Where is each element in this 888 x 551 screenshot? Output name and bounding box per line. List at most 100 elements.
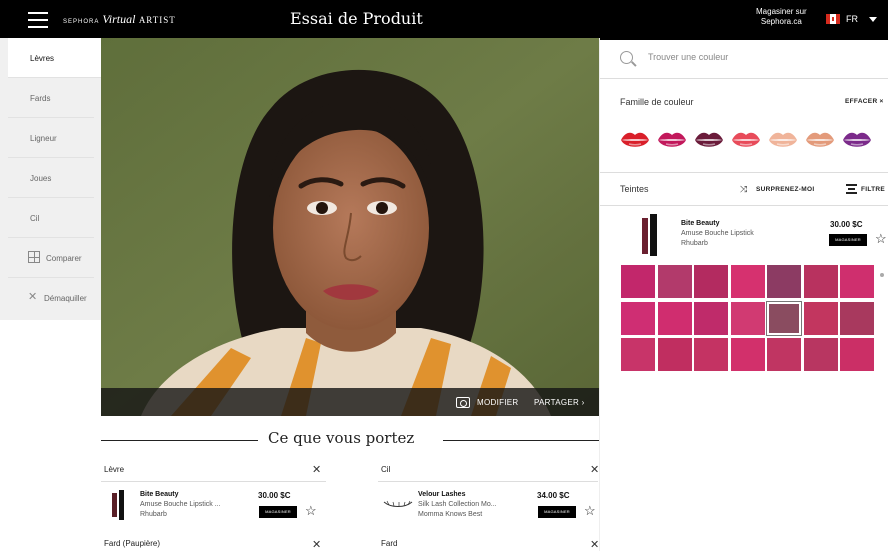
selected-product-name: Amuse Bouche Lipstick — [681, 230, 754, 237]
brand-logo: SEPHORA Virtual ARTIST — [63, 12, 176, 27]
lip-color-family-swatch[interactable] — [768, 128, 798, 152]
lip-color-family-swatch[interactable] — [620, 128, 650, 152]
shop-button[interactable]: MAGASINER — [538, 506, 576, 518]
product-price: 34.00 $C — [537, 491, 570, 500]
sidebar-item-cil[interactable]: Cil — [8, 198, 94, 238]
product-name: Amuse Bouche Lipstick ... — [140, 501, 221, 508]
family-divider — [600, 172, 888, 173]
filter-button[interactable]: FILTRE — [861, 186, 885, 193]
scroll-indicator[interactable] — [880, 273, 884, 277]
shuffle-icon[interactable]: ⤨ — [740, 184, 747, 195]
shade-swatch[interactable] — [621, 338, 655, 371]
page-title: Essai de Produit — [290, 9, 423, 28]
favorite-star-icon[interactable]: ☆ — [875, 231, 887, 247]
shade-swatch[interactable] — [694, 301, 728, 335]
portrait-image — [101, 38, 599, 416]
shade-swatch[interactable] — [621, 301, 655, 335]
wearing-category-label: Lèvre — [104, 465, 125, 474]
sidebar-item-joues[interactable]: Joues — [8, 158, 94, 198]
sidebar-item-demaquiller[interactable]: ✕ Démaquiller — [8, 278, 94, 318]
lipstick-thumbnail — [112, 493, 117, 517]
shade-swatch[interactable] — [730, 265, 765, 298]
divider-right — [443, 440, 599, 441]
shade-swatch[interactable] — [766, 300, 802, 336]
remove-lip-icon[interactable]: ✕ — [312, 463, 321, 476]
shade-swatch[interactable] — [621, 265, 655, 298]
surprise-me-button[interactable]: SURPRENEZ-MOI — [756, 186, 814, 193]
shade-swatch[interactable] — [730, 301, 765, 335]
sidebar-item-label: Lèvres — [30, 54, 55, 63]
selected-shop-button[interactable]: MAGASINER — [829, 234, 867, 246]
top-bar: SEPHORA Virtual ARTIST Essai de Produit M… — [0, 0, 888, 40]
sidebar-item-levres[interactable]: Lèvres — [8, 38, 101, 78]
sidebar-item-label: Cil — [30, 214, 40, 223]
favorite-star-icon[interactable]: ☆ — [305, 503, 317, 519]
shade-swatch[interactable] — [767, 265, 801, 298]
shade-swatch[interactable] — [767, 338, 801, 371]
remove-lash-icon[interactable]: ✕ — [590, 463, 599, 476]
selected-lipstick-thumbnail — [642, 218, 648, 254]
shade-swatch[interactable] — [840, 338, 874, 371]
chevron-down-icon[interactable] — [869, 17, 877, 22]
sidebar-item-label: Fards — [30, 94, 51, 103]
favorite-star-icon[interactable]: ☆ — [584, 503, 596, 519]
shades-divider — [600, 205, 888, 206]
lip-color-family-swatch[interactable] — [805, 128, 835, 152]
close-icon: ✕ — [28, 291, 38, 303]
photo-action-bar: MODIFIER PARTAGER › — [101, 388, 599, 416]
search-icon — [620, 51, 633, 64]
shop-line-2: Sephora.ca — [760, 17, 802, 26]
product-name: Silk Lash Collection Mo... — [418, 501, 497, 508]
brand-virtual: Virtual — [102, 12, 136, 26]
lash-thumbnail — [383, 500, 413, 507]
shade-swatch[interactable] — [730, 338, 765, 371]
remove-fard-icon[interactable]: ✕ — [590, 538, 599, 551]
shade-swatch[interactable] — [657, 338, 692, 371]
menu-icon[interactable] — [28, 12, 48, 28]
lip-color-family-swatch[interactable] — [731, 128, 761, 152]
share-button[interactable]: PARTAGER › — [534, 398, 585, 407]
modify-button[interactable]: MODIFIER — [477, 398, 519, 407]
wearing-category-label: Fard — [381, 539, 398, 548]
sidebar-item-label: Comparer — [46, 254, 82, 263]
lip-color-family-swatch[interactable] — [657, 128, 687, 152]
shade-swatch[interactable] — [840, 265, 874, 298]
shade-swatch[interactable] — [803, 301, 838, 335]
shade-swatch[interactable] — [840, 301, 874, 335]
product-shade: Momma Knows Best — [418, 511, 483, 518]
product-price: 30.00 $C — [258, 491, 291, 500]
shade-swatch[interactable] — [803, 265, 838, 298]
clear-button[interactable]: EFFACER × — [845, 98, 884, 105]
sidebar-item-ligneur[interactable]: Ligneur — [8, 118, 94, 158]
shade-swatch[interactable] — [694, 338, 728, 371]
brand-artist: ARTIST — [138, 15, 176, 25]
language-selector[interactable]: FR — [846, 14, 858, 24]
lip-color-family-swatch[interactable] — [694, 128, 724, 152]
shop-button[interactable]: MAGASINER — [259, 506, 297, 518]
lip-color-family-swatch[interactable] — [842, 128, 872, 152]
product-brand: Bite Beauty — [140, 491, 179, 498]
shade-swatch[interactable] — [694, 265, 728, 298]
brand-sephora: SEPHORA — [63, 19, 100, 25]
shop-on-sephora-link[interactable]: Magasiner sur Sephora.ca — [756, 7, 807, 27]
selected-product-brand: Bite Beauty — [681, 220, 720, 227]
color-search-input[interactable] — [648, 49, 878, 65]
divider-left — [101, 440, 258, 441]
sidebar-item-label: Joues — [30, 174, 52, 183]
shade-swatch[interactable] — [803, 338, 838, 371]
wearing-category-label: Cil — [381, 465, 391, 474]
filter-icon[interactable] — [846, 184, 857, 194]
lipstick-cap — [119, 490, 124, 520]
sidebar-item-fards[interactable]: Fards — [8, 78, 94, 118]
camera-icon[interactable] — [456, 397, 470, 408]
shade-swatch[interactable] — [657, 301, 692, 335]
row-divider — [101, 481, 326, 482]
row-divider — [378, 481, 598, 482]
shade-swatch[interactable] — [657, 265, 692, 298]
color-family-label: Famille de couleur — [620, 97, 694, 107]
compare-grid-icon — [28, 251, 40, 263]
sidebar-item-label: Démaquiller — [44, 294, 87, 303]
remove-eyeshadow-icon[interactable]: ✕ — [312, 538, 321, 551]
selected-product-price: 30.00 $C — [830, 220, 863, 229]
sidebar-item-comparer[interactable]: Comparer — [8, 238, 94, 278]
